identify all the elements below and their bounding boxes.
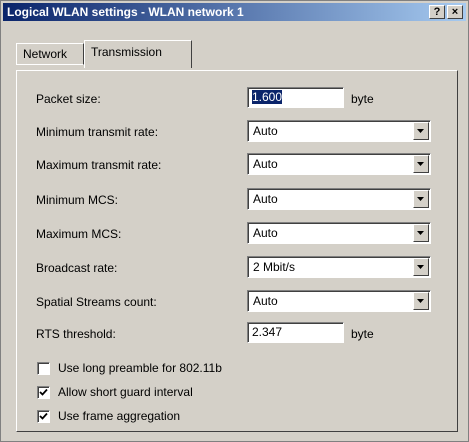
max-transmit-rate-value: Auto [253, 157, 278, 171]
max-mcs-label: Maximum MCS: [36, 227, 122, 241]
window-title: Logical WLAN settings - WLAN network 1 [7, 5, 244, 19]
packet-size-input[interactable]: 1.600 [247, 87, 344, 108]
checkmark-icon [39, 388, 48, 396]
triangle-down-icon [417, 265, 424, 269]
dialog-window: Logical WLAN settings - WLAN network 1 ?… [0, 0, 469, 442]
close-button[interactable]: × [447, 5, 463, 19]
packet-size-value: 1.600 [252, 90, 283, 104]
min-mcs-select[interactable]: Auto [247, 188, 431, 210]
dropdown-button[interactable] [413, 122, 429, 140]
max-mcs-select[interactable]: Auto [247, 222, 431, 244]
dropdown-button[interactable] [413, 292, 429, 310]
broadcast-rate-select[interactable]: 2 Mbit/s [247, 256, 431, 278]
dropdown-button[interactable] [413, 258, 429, 276]
tab-network[interactable]: Network [16, 43, 84, 65]
checkmark-icon [39, 412, 48, 420]
dropdown-button[interactable] [413, 155, 429, 173]
frame-aggregation-label[interactable]: Use frame aggregation [58, 409, 180, 423]
long-preamble-checkbox[interactable] [37, 362, 50, 375]
broadcast-rate-value: 2 Mbit/s [253, 260, 296, 274]
spatial-streams-select[interactable]: Auto [247, 290, 431, 312]
tab-transmission[interactable]: Transmission [84, 40, 192, 68]
max-mcs-value: Auto [253, 226, 278, 240]
short-guard-checkbox[interactable] [37, 386, 50, 399]
dropdown-button[interactable] [413, 224, 429, 242]
max-transmit-rate-select[interactable]: Auto [247, 153, 431, 175]
spatial-streams-label: Spatial Streams count: [36, 295, 157, 309]
dropdown-button[interactable] [413, 190, 429, 208]
rts-threshold-input[interactable]: 2.347 [247, 322, 344, 343]
long-preamble-label[interactable]: Use long preamble for 802.11b [58, 361, 222, 375]
triangle-down-icon [417, 197, 424, 201]
broadcast-rate-label: Broadcast rate: [36, 261, 118, 275]
rts-threshold-unit: byte [351, 327, 374, 341]
min-transmit-rate-value: Auto [253, 124, 278, 138]
spatial-streams-value: Auto [253, 294, 278, 308]
min-mcs-value: Auto [253, 192, 278, 206]
frame-aggregation-checkbox[interactable] [37, 410, 50, 423]
title-bar[interactable]: Logical WLAN settings - WLAN network 1 ?… [3, 3, 466, 21]
packet-size-unit: byte [351, 92, 374, 106]
triangle-down-icon [417, 299, 424, 303]
min-transmit-rate-label: Minimum transmit rate: [36, 125, 159, 139]
help-button[interactable]: ? [429, 5, 445, 19]
triangle-down-icon [417, 129, 424, 133]
max-transmit-rate-label: Maximum transmit rate: [36, 158, 162, 172]
triangle-down-icon [417, 162, 424, 166]
short-guard-label[interactable]: Allow short guard interval [58, 385, 193, 399]
rts-threshold-label: RTS threshold: [36, 327, 116, 341]
min-transmit-rate-select[interactable]: Auto [247, 120, 431, 142]
packet-size-label: Packet size: [36, 92, 101, 106]
triangle-down-icon [417, 231, 424, 235]
min-mcs-label: Minimum MCS: [36, 193, 119, 207]
rts-threshold-value: 2.347 [252, 325, 283, 339]
